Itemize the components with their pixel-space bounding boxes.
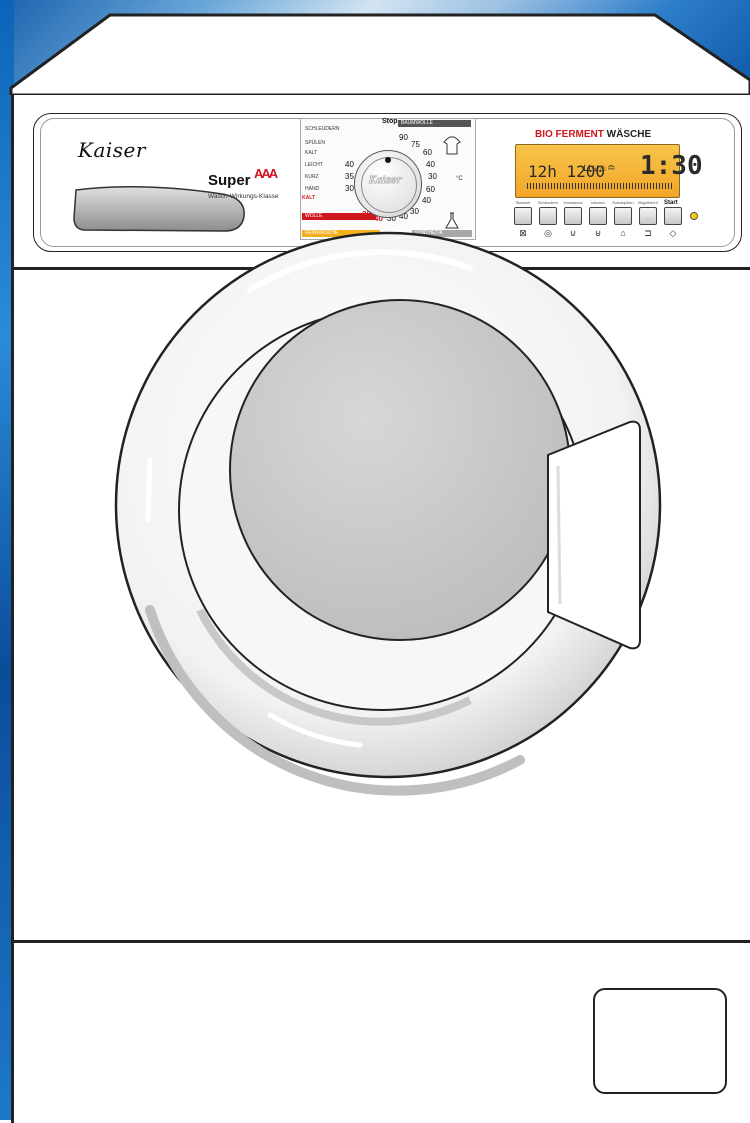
service-hatch[interactable] — [593, 988, 727, 1094]
door-assembly[interactable] — [0, 0, 750, 1120]
door-handle — [547, 420, 641, 650]
door-glass — [229, 299, 571, 641]
